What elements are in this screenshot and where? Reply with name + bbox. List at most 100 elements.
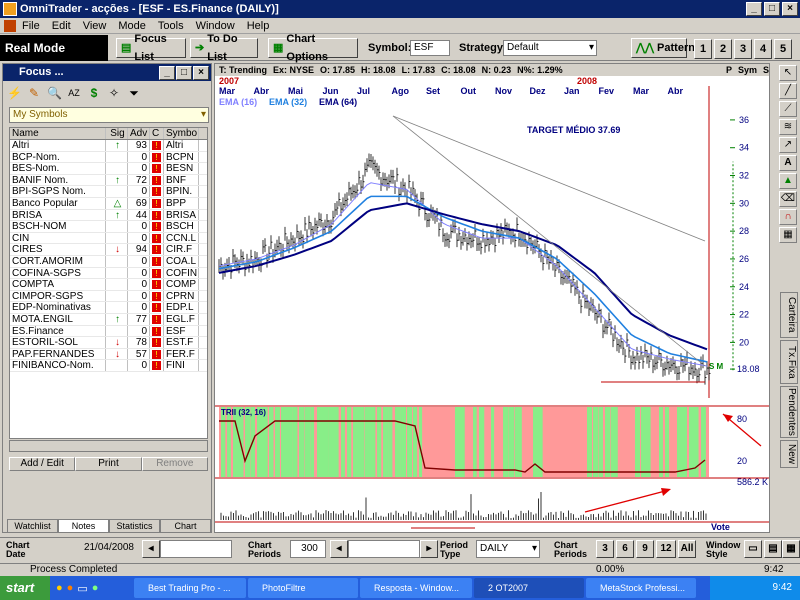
col-c[interactable]: C bbox=[150, 128, 164, 139]
trendline-icon[interactable]: ⟋ bbox=[779, 101, 797, 117]
period-3-button[interactable]: 3 bbox=[596, 540, 614, 558]
table-row[interactable]: MOTA.ENGIL ↑ 77! EGL.F bbox=[10, 313, 207, 326]
scroll-left-button[interactable]: ◂ bbox=[142, 540, 160, 558]
taskbar-item-ot2007[interactable]: 2 OT2007 bbox=[474, 578, 584, 598]
layout-button-2[interactable]: 2 bbox=[714, 39, 732, 59]
signal-icon[interactable]: ⚡ bbox=[7, 86, 22, 100]
grid-tool-icon[interactable]: ▦ bbox=[779, 227, 797, 243]
focus-list-button[interactable]: ▤ Focus List bbox=[116, 33, 186, 63]
col-sig[interactable]: Sig bbox=[106, 128, 128, 139]
period-9-button[interactable]: 9 bbox=[636, 540, 654, 558]
periods-right-button[interactable]: ▸ bbox=[420, 540, 438, 558]
chart-options-button[interactable]: ▦ Chart Options bbox=[268, 33, 358, 63]
menu-view[interactable]: View bbox=[83, 20, 107, 32]
menu-edit[interactable]: Edit bbox=[52, 20, 71, 32]
taskbar-item-resposta[interactable]: Resposta - Window... bbox=[360, 578, 472, 598]
periods-slider[interactable] bbox=[348, 540, 420, 558]
layout-button-3[interactable]: 3 bbox=[734, 39, 752, 59]
table-row[interactable]: CIN 0! CCN.L bbox=[10, 232, 207, 245]
filter-icon[interactable]: ⏷ bbox=[127, 86, 141, 100]
text-tool-icon[interactable]: A bbox=[779, 155, 797, 171]
menu-file[interactable]: File bbox=[22, 20, 40, 32]
table-row[interactable]: CORT.AMORIM 0! COA.L bbox=[10, 255, 207, 268]
table-row[interactable]: BRISA ↑ 44! BRISA bbox=[10, 209, 207, 222]
period-12-button[interactable]: 12 bbox=[656, 540, 676, 558]
taskbar-item-trading[interactable]: Best Trading Pro - ... bbox=[134, 578, 246, 598]
ray-icon[interactable]: ↗ bbox=[779, 137, 797, 153]
table-row[interactable]: BPI-SGPS Nom. 0! BPIN. bbox=[10, 186, 207, 198]
window-style-3-button[interactable]: ▦ bbox=[782, 540, 800, 558]
wand-icon[interactable]: ✧ bbox=[107, 86, 121, 100]
table-row[interactable]: Altri ↑ 93! Altri bbox=[10, 140, 207, 152]
s-button[interactable]: S bbox=[763, 64, 769, 76]
table-row[interactable]: PAP.FERNANDES ↓ 57! FER.F bbox=[10, 348, 207, 361]
period-all-button[interactable]: All bbox=[678, 540, 696, 558]
period-6-button[interactable]: 6 bbox=[616, 540, 634, 558]
table-row[interactable]: ES.Finance 0! ESF bbox=[10, 325, 207, 338]
pencil-icon[interactable]: ✎ bbox=[27, 86, 41, 100]
patterns-button[interactable]: ⋀⋀ Patterns bbox=[631, 38, 701, 58]
table-row[interactable]: FINIBANCO-Nom. 0! FINI bbox=[10, 360, 207, 372]
layout-button-5[interactable]: 5 bbox=[774, 39, 792, 59]
desktop-icon[interactable]: ▭ bbox=[77, 582, 87, 595]
chart-date-field[interactable]: 21/04/2008 bbox=[38, 540, 138, 558]
strategy-select[interactable]: Default ▾ bbox=[503, 40, 597, 56]
media-icon[interactable]: ● bbox=[92, 582, 99, 594]
trendline-steep[interactable] bbox=[392, 115, 706, 367]
close-button[interactable]: × bbox=[782, 2, 798, 16]
table-row[interactable]: EDP-Nominativas 0! EDP.L bbox=[10, 302, 207, 314]
sort-az-icon[interactable]: AZ bbox=[67, 86, 81, 100]
table-row[interactable]: BES-Nom. 0! BESN bbox=[10, 163, 207, 175]
tab-chart[interactable]: Chart bbox=[160, 519, 211, 533]
layout-button-4[interactable]: 4 bbox=[754, 39, 772, 59]
period-type-select[interactable]: DAILY ▾ bbox=[476, 540, 540, 558]
p-button[interactable]: P bbox=[726, 64, 732, 76]
browser-icon[interactable]: ● bbox=[56, 582, 63, 594]
tab-carteira[interactable]: Carteira bbox=[780, 292, 798, 338]
taskbar-item-photofiltre[interactable]: PhotoFiltre bbox=[248, 578, 358, 598]
table-row[interactable]: BCP-Nom. 0! BCPN bbox=[10, 151, 207, 164]
add-edit-button[interactable]: Add / Edit bbox=[9, 457, 76, 471]
tab-statistics[interactable]: Statistics bbox=[109, 519, 160, 533]
table-row[interactable]: COMPTA 0! COMP bbox=[10, 279, 207, 291]
symbol-list-select[interactable]: My Symbols ▾ bbox=[9, 107, 209, 123]
chart-periods-input[interactable]: 300 bbox=[290, 540, 326, 558]
start-button[interactable]: start bbox=[0, 576, 50, 600]
focus-close-button[interactable]: × bbox=[193, 66, 209, 80]
maximize-button[interactable]: □ bbox=[764, 2, 780, 16]
symbol-input[interactable]: ESF bbox=[410, 40, 450, 56]
tab-tx-fixa[interactable]: Tx.Fixa bbox=[780, 340, 798, 384]
layout-button-1[interactable]: 1 bbox=[694, 39, 712, 59]
focus-minimize-button[interactable]: _ bbox=[159, 66, 175, 80]
price-chart[interactable]: 2007 2008 Mar Abr Mai Jun Jul Ago Set Out Nov Dez… bbox=[215, 76, 769, 532]
col-symbol[interactable]: Symbo bbox=[164, 128, 199, 139]
tab-pendentes[interactable]: Pendentes bbox=[780, 386, 798, 438]
tab-watchlist[interactable]: Watchlist bbox=[7, 519, 58, 533]
horizontal-scrollbar[interactable] bbox=[9, 440, 208, 452]
todo-list-button[interactable]: ➔ To Do List bbox=[190, 33, 258, 63]
periods-left-button[interactable]: ◂ bbox=[330, 540, 348, 558]
dollar-icon[interactable]: $ bbox=[87, 86, 101, 100]
firefox-icon[interactable]: ● bbox=[67, 582, 74, 594]
tab-notes[interactable]: Notes bbox=[58, 519, 109, 533]
focus-maximize-button[interactable]: □ bbox=[176, 66, 192, 80]
channel-icon[interactable]: ≋ bbox=[779, 119, 797, 135]
table-row[interactable]: CIMPOR-SGPS 0! CPRN bbox=[10, 290, 207, 303]
col-adv[interactable]: Adv bbox=[128, 128, 150, 139]
table-row[interactable]: BSCH-NOM 0! BSCH bbox=[10, 221, 207, 233]
table-row[interactable]: Banco Popular △ 69! BPP bbox=[10, 197, 207, 210]
col-name[interactable]: Name bbox=[10, 128, 106, 139]
table-row[interactable]: BANIF Nom. ↑ 72! BNF bbox=[10, 174, 207, 187]
table-row[interactable]: CIRES ↓ 94! CIR.F bbox=[10, 244, 207, 256]
search-icon[interactable]: 🔍 bbox=[47, 86, 62, 100]
taskbar-item-metastock[interactable]: MetaStock Professi... bbox=[586, 578, 696, 598]
window-style-2-button[interactable]: ▤ bbox=[764, 540, 782, 558]
remove-button[interactable]: Remove bbox=[141, 457, 208, 471]
table-row[interactable]: COFINA-SGPS 0! COFIN bbox=[10, 267, 207, 280]
window-style-1-button[interactable]: ▭ bbox=[744, 540, 762, 558]
trend-mode[interactable]: T: Trending bbox=[219, 64, 267, 76]
line-tool-icon[interactable]: ╱ bbox=[779, 83, 797, 99]
tab-new[interactable]: New bbox=[780, 440, 798, 468]
pointer-icon[interactable]: ↖ bbox=[779, 65, 797, 81]
print-button[interactable]: Print bbox=[75, 457, 142, 471]
